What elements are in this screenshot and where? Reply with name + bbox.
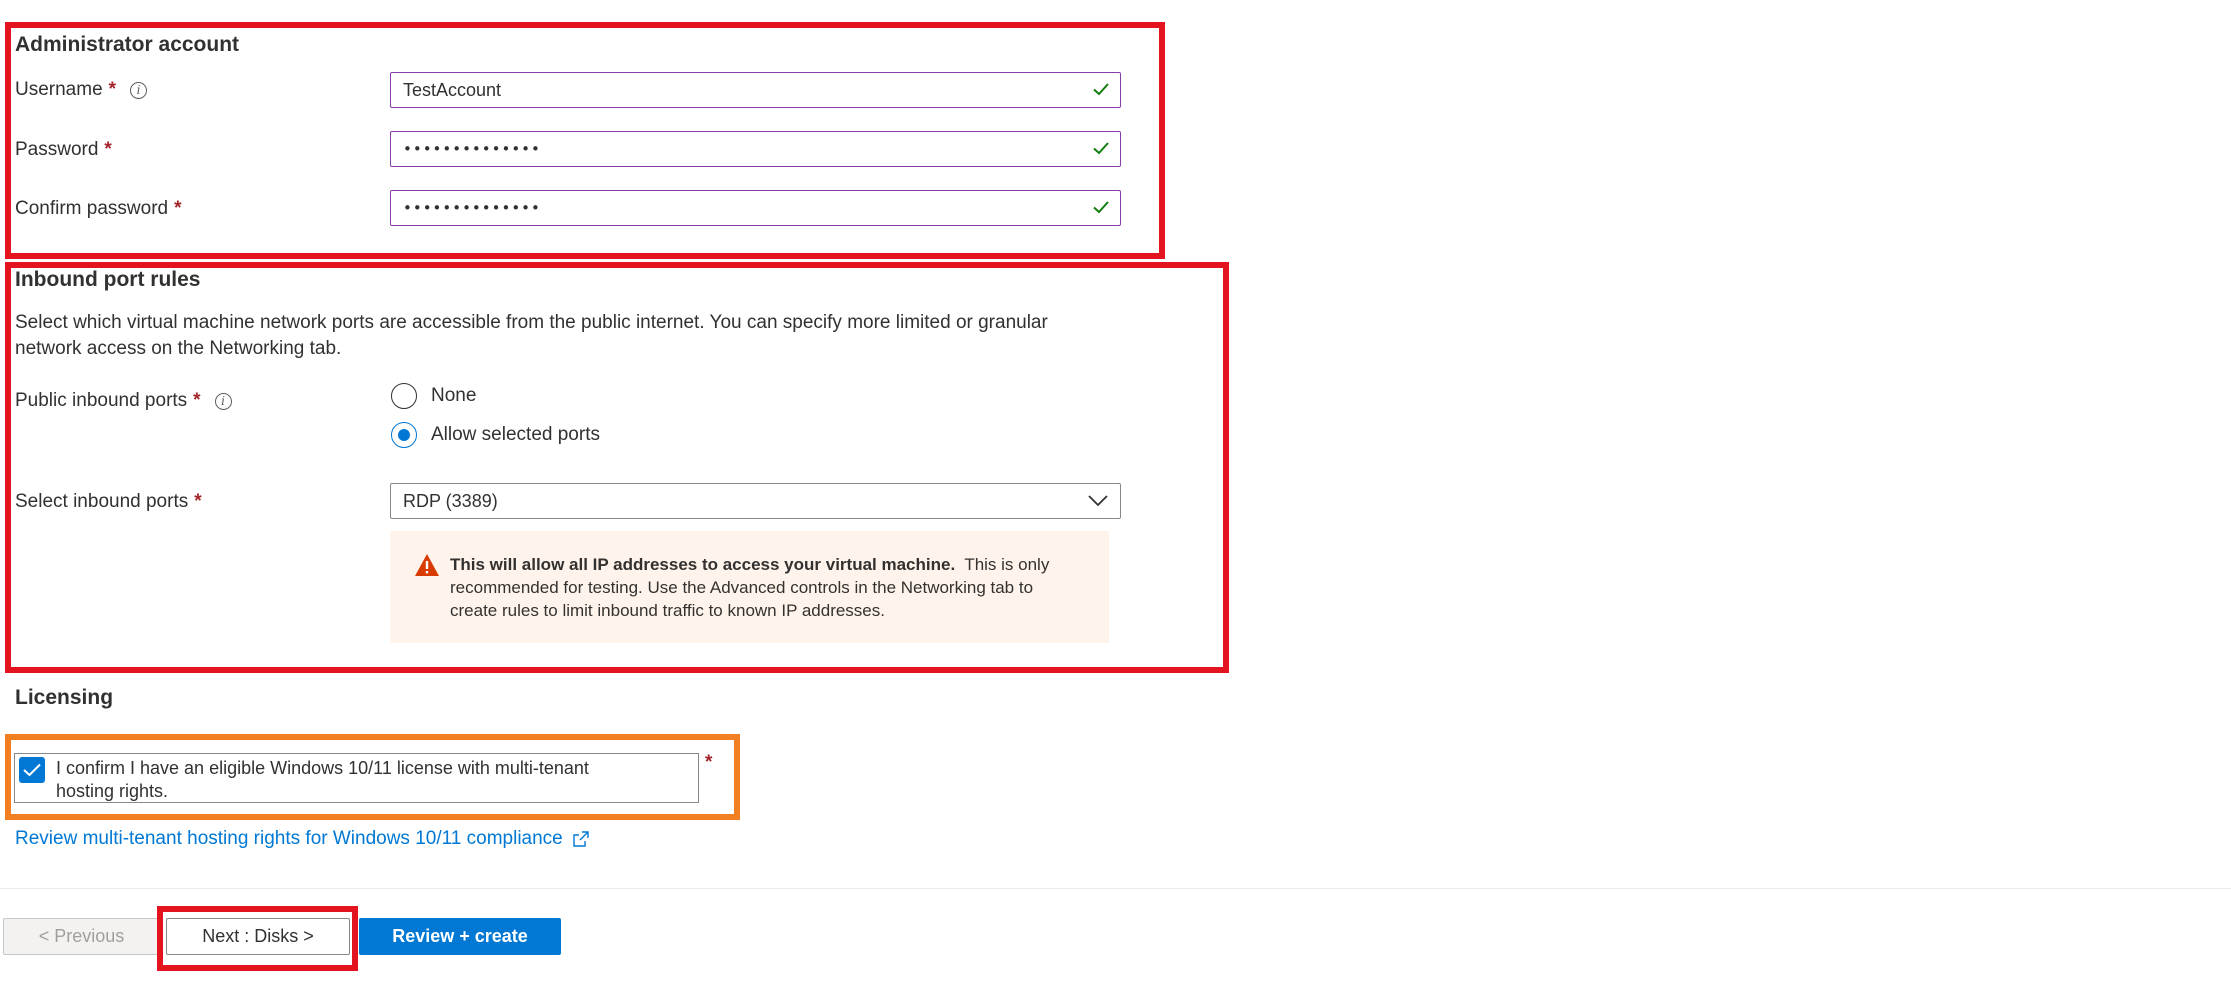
- review-create-button[interactable]: Review + create: [359, 918, 561, 955]
- license-confirm-box[interactable]: I confirm I have an eligible Windows 10/…: [14, 753, 699, 803]
- required-mark: *: [104, 139, 112, 160]
- info-icon[interactable]: i: [130, 81, 148, 99]
- radio-button-checked[interactable]: [391, 422, 417, 448]
- previous-button[interactable]: < Previous: [3, 918, 160, 955]
- warning-icon: [415, 554, 439, 576]
- required-mark: *: [194, 491, 202, 512]
- chevron-down-icon: [1088, 495, 1108, 507]
- valid-check-icon: [1093, 201, 1109, 214]
- next-disks-button[interactable]: Next : Disks >: [166, 918, 350, 955]
- inbound-ports-dropdown[interactable]: RDP (3389): [390, 483, 1121, 519]
- inbound-description: Select which virtual machine network por…: [15, 312, 1048, 359]
- username-label: Username * i: [15, 79, 148, 101]
- inbound-section-title: Inbound port rules: [15, 268, 201, 291]
- footer-divider: [0, 888, 2231, 889]
- warning-message: This will allow all IP addresses to acce…: [390, 531, 1109, 643]
- confirm-password-label: Confirm password *: [15, 198, 182, 219]
- valid-check-icon: [1093, 142, 1109, 155]
- licensing-title: Licensing: [15, 686, 114, 709]
- checkmark-icon: [23, 763, 41, 777]
- warning-bold-text: This will allow all IP addresses to acce…: [450, 555, 956, 574]
- confirm-password-input[interactable]: ••••••••••••••: [390, 190, 1121, 226]
- required-mark: *: [108, 79, 117, 100]
- public-ports-label: Public inbound ports * i: [15, 390, 232, 412]
- info-icon[interactable]: i: [214, 392, 232, 410]
- admin-section-title: Administrator account: [15, 33, 240, 56]
- radio-button[interactable]: [391, 383, 417, 409]
- select-ports-label: Select inbound ports *: [15, 491, 202, 512]
- required-mark: *: [174, 198, 182, 219]
- username-input[interactable]: TestAccount: [390, 72, 1121, 108]
- radio-allow-selected-ports[interactable]: Allow selected ports: [391, 422, 600, 448]
- external-link-icon: [573, 831, 589, 847]
- license-checkbox[interactable]: [19, 757, 45, 783]
- password-input[interactable]: ••••••••••••••: [390, 131, 1121, 167]
- radio-none[interactable]: None: [391, 383, 476, 409]
- password-label: Password *: [15, 139, 112, 160]
- valid-check-icon: [1093, 83, 1109, 96]
- required-mark: *: [705, 752, 713, 773]
- required-mark: *: [193, 390, 201, 411]
- license-confirm-text: I confirm I have an eligible Windows 10/…: [56, 758, 589, 801]
- hosting-rights-link[interactable]: Review multi-tenant hosting rights for W…: [15, 828, 589, 850]
